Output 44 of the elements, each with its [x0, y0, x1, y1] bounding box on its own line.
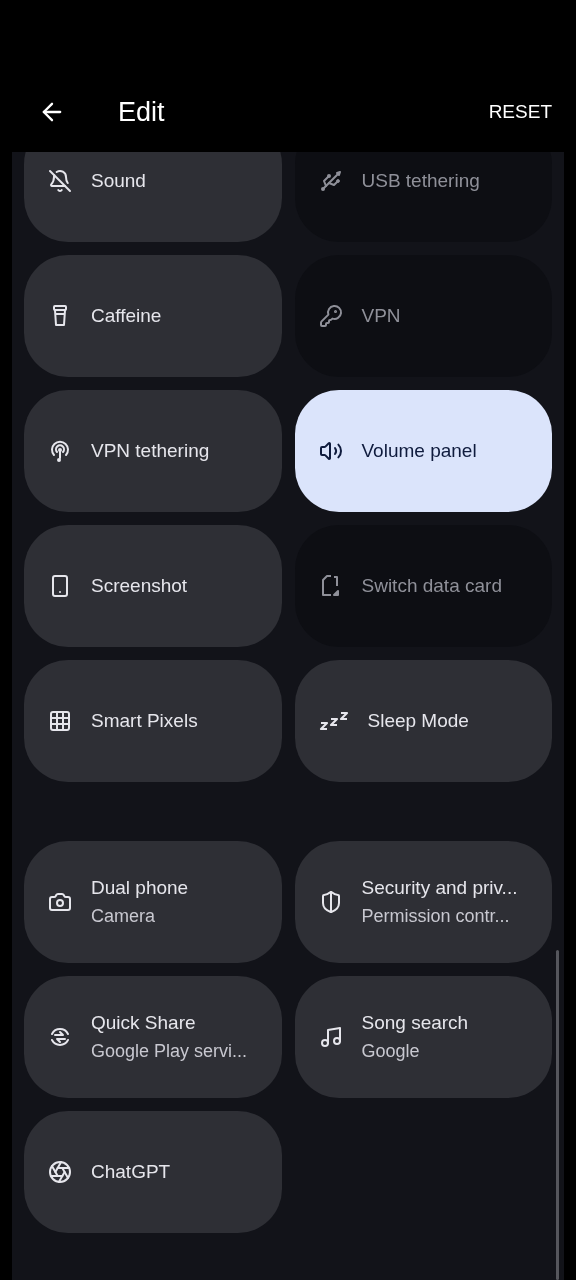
tile-label: Sound — [91, 169, 146, 193]
tile[interactable]: VPN tethering — [24, 390, 282, 512]
grid-icon — [48, 709, 72, 733]
tile[interactable]: Sound — [24, 152, 282, 242]
tile-subtitle: Google — [361, 1040, 421, 1063]
bell-off-icon — [48, 169, 72, 193]
tile-subtitle: Camera — [91, 905, 157, 928]
tile-label: Smart Pixels — [91, 709, 198, 733]
swap-icon — [48, 1025, 72, 1049]
tile-label: VPN tethering — [91, 439, 210, 463]
speaker-icon — [318, 439, 343, 463]
tile-label: Caffeine — [91, 304, 162, 328]
tile-label: Screenshot — [91, 574, 188, 598]
tile[interactable]: Dual phone Camera — [24, 841, 282, 963]
reset-button[interactable]: RESET — [488, 97, 552, 127]
key-icon — [318, 304, 343, 328]
tile[interactable]: Sleep Mode — [294, 660, 552, 782]
tile-label: Quick Share — [91, 1011, 197, 1035]
camera-icon — [48, 890, 72, 914]
tile-label: Volume panel — [361, 439, 477, 463]
tile[interactable]: Song search Google — [294, 976, 552, 1098]
tile-subtitle: Permission contr... — [361, 905, 511, 928]
tile-label: Song search — [361, 1011, 469, 1035]
page-title: Edit — [118, 95, 165, 129]
tile-subtitle: Google Play servi... — [91, 1040, 248, 1063]
tile[interactable]: Smart Pixels — [24, 660, 282, 782]
tile-label: USB tethering — [361, 169, 480, 193]
tile[interactable]: Screenshot — [24, 525, 282, 647]
tile-label: Sleep Mode — [367, 709, 469, 733]
music-note-icon — [318, 1025, 343, 1049]
tile-label: ChatGPT — [91, 1160, 171, 1184]
tile[interactable]: Volume panel — [294, 390, 552, 512]
sleep-icon — [318, 709, 349, 733]
hotspot-icon — [48, 439, 72, 463]
tile-label: Switch data card — [361, 574, 502, 598]
usb-icon — [318, 169, 343, 193]
tile-label: Security and priv... — [361, 876, 518, 900]
aperture-icon — [48, 1160, 72, 1184]
tile-label: VPN — [361, 304, 401, 328]
tile[interactable]: Quick Share Google Play servi... — [24, 976, 282, 1098]
tile[interactable]: Caffeine — [24, 255, 282, 377]
tile[interactable]: ChatGPT — [24, 1111, 282, 1233]
tile-label: Dual phone — [91, 876, 189, 900]
tile[interactable]: Security and priv... Permission contr... — [294, 841, 552, 963]
